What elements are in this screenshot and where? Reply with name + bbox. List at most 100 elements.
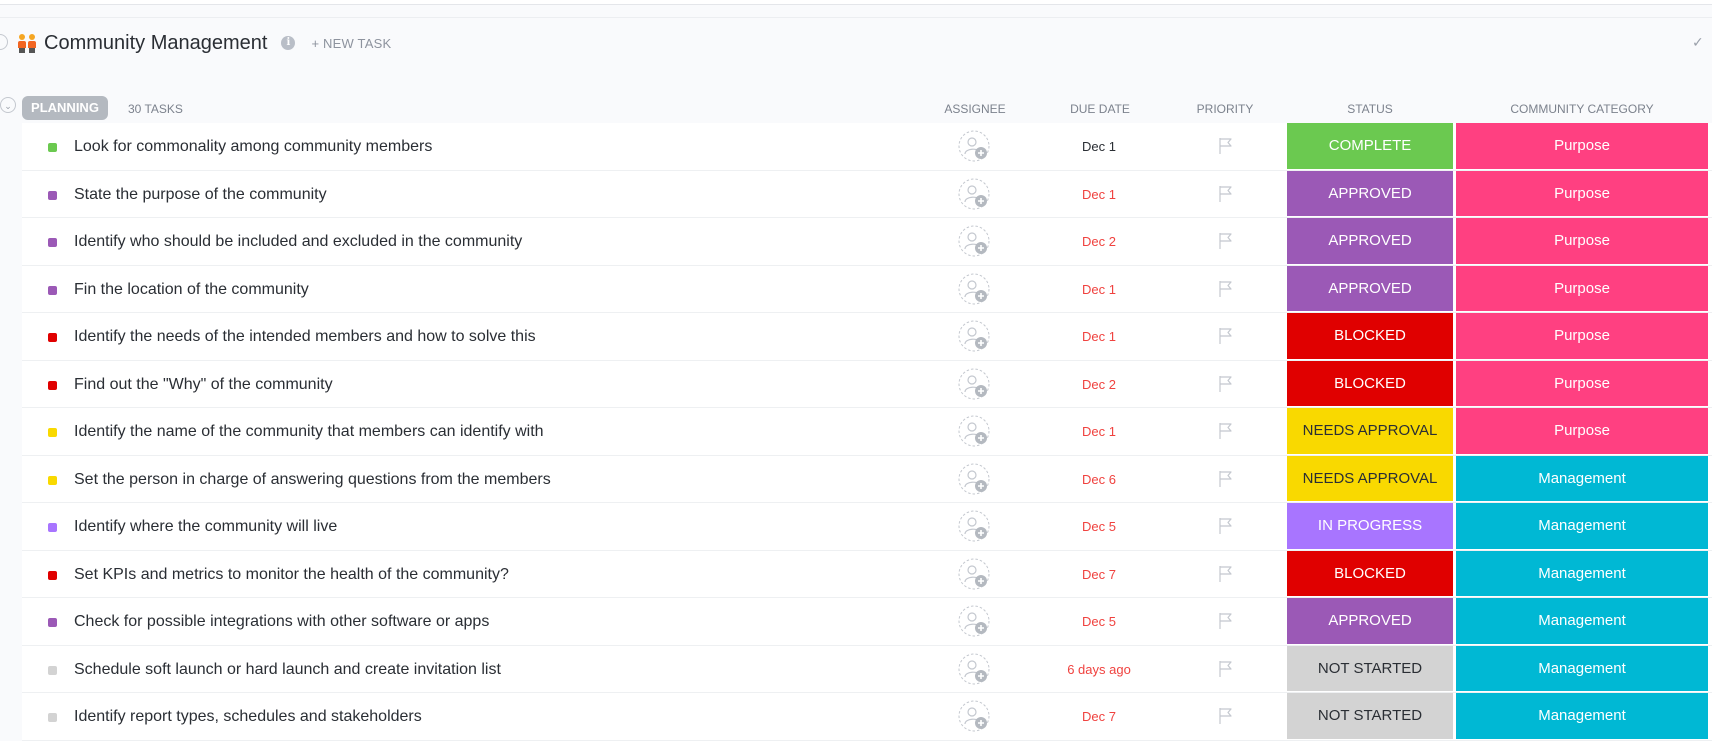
task-name[interactable]: State the purpose of the community <box>74 171 327 218</box>
priority-flag-icon[interactable] <box>1218 565 1234 583</box>
task-row[interactable]: Schedule soft launch or hard launch and … <box>22 646 1712 694</box>
column-header-due-date[interactable]: DUE DATE <box>1070 102 1130 116</box>
status-dot[interactable] <box>48 381 57 390</box>
status-cell[interactable]: APPROVED <box>1287 171 1453 217</box>
add-assignee-icon[interactable] <box>958 700 990 732</box>
list-collapse-toggle[interactable] <box>0 34 8 50</box>
priority-flag-icon[interactable] <box>1218 612 1234 630</box>
add-assignee-icon[interactable] <box>958 653 990 685</box>
task-row[interactable]: Check for possible integrations with oth… <box>22 598 1712 646</box>
task-row[interactable]: Identify the needs of the intended membe… <box>22 313 1712 361</box>
column-header-community-category[interactable]: COMMUNITY CATEGORY <box>1510 102 1653 116</box>
add-assignee-icon[interactable] <box>958 178 990 210</box>
task-row[interactable]: Look for commonality among community mem… <box>22 123 1712 171</box>
community-category-cell[interactable]: Management <box>1456 693 1708 739</box>
new-task-button[interactable]: + NEW TASK <box>311 36 391 51</box>
community-category-cell[interactable]: Purpose <box>1456 408 1708 454</box>
priority-flag-icon[interactable] <box>1218 185 1234 203</box>
status-cell[interactable]: NOT STARTED <box>1287 693 1453 739</box>
status-cell[interactable]: APPROVED <box>1287 266 1453 312</box>
group-collapse-toggle[interactable]: ⌄ <box>0 97 16 113</box>
status-dot[interactable] <box>48 238 57 247</box>
status-dot[interactable] <box>48 191 57 200</box>
task-name[interactable]: Check for possible integrations with oth… <box>74 598 489 645</box>
community-category-cell[interactable]: Management <box>1456 503 1708 549</box>
add-assignee-icon[interactable] <box>958 320 990 352</box>
community-category-cell[interactable]: Management <box>1456 646 1708 692</box>
add-assignee-icon[interactable] <box>958 510 990 542</box>
task-row[interactable]: Set the person in charge of answering qu… <box>22 456 1712 504</box>
priority-flag-icon[interactable] <box>1218 327 1234 345</box>
community-category-cell[interactable]: Purpose <box>1456 218 1708 264</box>
status-dot[interactable] <box>48 618 57 627</box>
status-dot[interactable] <box>48 143 57 152</box>
task-name[interactable]: Find out the "Why" of the community <box>74 361 333 408</box>
add-assignee-icon[interactable] <box>958 225 990 257</box>
add-assignee-icon[interactable] <box>958 415 990 447</box>
task-name[interactable]: Set KPIs and metrics to monitor the heal… <box>74 551 509 598</box>
community-category-cell[interactable]: Purpose <box>1456 171 1708 217</box>
community-category-cell[interactable]: Purpose <box>1456 266 1708 312</box>
priority-flag-icon[interactable] <box>1218 707 1234 725</box>
status-cell[interactable]: BLOCKED <box>1287 361 1453 407</box>
task-name[interactable]: Identify the name of the community that … <box>74 408 544 455</box>
task-name[interactable]: Identify where the community will live <box>74 503 337 550</box>
status-cell[interactable]: NEEDS APPROVAL <box>1287 456 1453 502</box>
status-cell[interactable]: NEEDS APPROVAL <box>1287 408 1453 454</box>
task-name[interactable]: Identify who should be included and excl… <box>74 218 522 265</box>
status-cell[interactable]: IN PROGRESS <box>1287 503 1453 549</box>
task-row[interactable]: Identify the name of the community that … <box>22 408 1712 456</box>
status-dot[interactable] <box>48 666 57 675</box>
task-name[interactable]: Set the person in charge of answering qu… <box>74 456 551 503</box>
status-dot[interactable] <box>48 571 57 580</box>
priority-flag-icon[interactable] <box>1218 375 1234 393</box>
column-header-assignee[interactable]: ASSIGNEE <box>944 102 1005 116</box>
community-category-cell[interactable]: Management <box>1456 551 1708 597</box>
add-assignee-icon[interactable] <box>958 130 990 162</box>
info-icon[interactable]: i <box>281 36 295 50</box>
priority-flag-icon[interactable] <box>1218 422 1234 440</box>
priority-flag-icon[interactable] <box>1218 280 1234 298</box>
add-assignee-icon[interactable] <box>958 558 990 590</box>
column-header-status[interactable]: STATUS <box>1347 102 1393 116</box>
status-cell[interactable]: NOT STARTED <box>1287 646 1453 692</box>
status-dot[interactable] <box>48 333 57 342</box>
status-cell[interactable]: APPROVED <box>1287 218 1453 264</box>
task-row[interactable]: Find out the "Why" of the community Dec … <box>22 361 1712 409</box>
task-row[interactable]: Fin the location of the community Dec 1 … <box>22 266 1712 314</box>
task-name[interactable]: Schedule soft launch or hard launch and … <box>74 646 501 693</box>
task-name[interactable]: Identify the needs of the intended membe… <box>74 313 536 360</box>
community-category-cell[interactable]: Management <box>1456 598 1708 644</box>
status-dot[interactable] <box>48 428 57 437</box>
task-row[interactable]: State the purpose of the community Dec 1… <box>22 171 1712 219</box>
group-status-pill[interactable]: PLANNING <box>22 96 108 120</box>
add-assignee-icon[interactable] <box>958 368 990 400</box>
add-assignee-icon[interactable] <box>958 273 990 305</box>
task-row[interactable]: Identify where the community will live D… <box>22 503 1712 551</box>
task-row[interactable]: Set KPIs and metrics to monitor the heal… <box>22 551 1712 599</box>
status-cell[interactable]: APPROVED <box>1287 598 1453 644</box>
community-category-cell[interactable]: Management <box>1456 456 1708 502</box>
status-cell[interactable]: BLOCKED <box>1287 313 1453 359</box>
task-row[interactable]: Identify report types, schedules and sta… <box>22 693 1712 741</box>
task-row[interactable]: Identify who should be included and excl… <box>22 218 1712 266</box>
task-name[interactable]: Fin the location of the community <box>74 266 309 313</box>
status-dot[interactable] <box>48 713 57 722</box>
add-assignee-icon[interactable] <box>958 463 990 495</box>
community-category-cell[interactable]: Purpose <box>1456 313 1708 359</box>
column-header-priority[interactable]: PRIORITY <box>1197 102 1254 116</box>
community-category-cell[interactable]: Purpose <box>1456 361 1708 407</box>
priority-flag-icon[interactable] <box>1218 232 1234 250</box>
status-cell[interactable]: COMPLETE <box>1287 123 1453 169</box>
status-dot[interactable] <box>48 286 57 295</box>
check-icon[interactable]: ✓ <box>1692 34 1704 51</box>
status-dot[interactable] <box>48 523 57 532</box>
status-dot[interactable] <box>48 476 57 485</box>
priority-flag-icon[interactable] <box>1218 137 1234 155</box>
priority-flag-icon[interactable] <box>1218 660 1234 678</box>
priority-flag-icon[interactable] <box>1218 470 1234 488</box>
status-cell[interactable]: BLOCKED <box>1287 551 1453 597</box>
add-assignee-icon[interactable] <box>958 605 990 637</box>
task-name[interactable]: Look for commonality among community mem… <box>74 123 432 170</box>
community-category-cell[interactable]: Purpose <box>1456 123 1708 169</box>
